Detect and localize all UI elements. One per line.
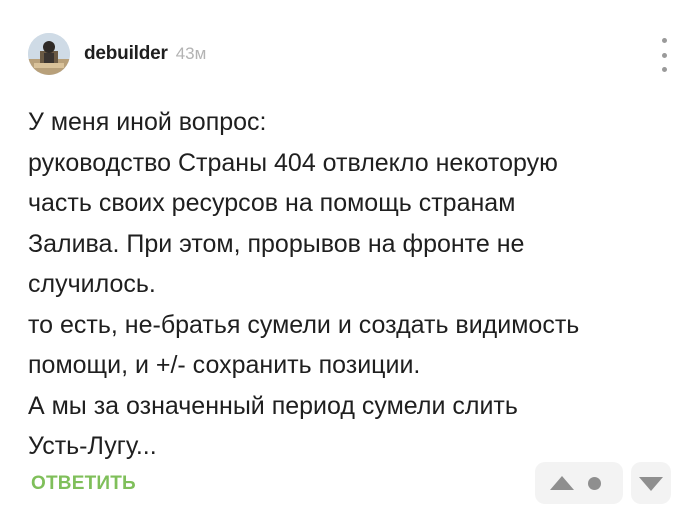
kebab-menu-icon-dot	[661, 67, 667, 72]
comment-line: Усть-Лугу...	[28, 432, 157, 460]
comment-line: часть своих ресурсов на помощь странам	[28, 189, 516, 217]
comment-time: 43м	[175, 44, 207, 63]
comment-line: то есть, не-братья сумели и создать види…	[28, 310, 580, 339]
more-options-button[interactable]	[652, 38, 676, 72]
comment-line: помощи, и +/- сохранить позиции.	[28, 351, 421, 379]
reply-button[interactable]: ОТВЕТИТЬ	[31, 473, 136, 495]
comment-line: Залива. При этом, прорывов на фронте не	[28, 229, 525, 258]
avatar-image	[28, 33, 70, 75]
triangle-down-icon	[639, 477, 663, 491]
triangle-up-icon[interactable]	[549, 475, 575, 491]
kebab-menu-icon	[661, 38, 667, 43]
comment-line: А мы за означенный период сумели слить	[28, 391, 518, 420]
neutral-dot-icon	[588, 477, 601, 490]
comment-card: debuilder 43м У меня иной вопрос: руково…	[0, 0, 700, 531]
comment-line: случилось.	[28, 270, 156, 298]
author-name[interactable]: debuilder	[84, 43, 168, 65]
comment-header: debuilder 43м	[28, 33, 206, 75]
comment-line: руководство Страны 404 отвлекло некотору…	[28, 148, 558, 177]
rating-box	[535, 462, 623, 504]
kebab-menu-icon-dot	[661, 52, 667, 58]
vote-down-button[interactable]	[631, 462, 671, 504]
comment-text: У меня иной вопрос: руководство Страны 4…	[28, 102, 668, 467]
comment-line: У меня иной вопрос:	[28, 108, 267, 136]
avatar[interactable]	[28, 33, 70, 75]
